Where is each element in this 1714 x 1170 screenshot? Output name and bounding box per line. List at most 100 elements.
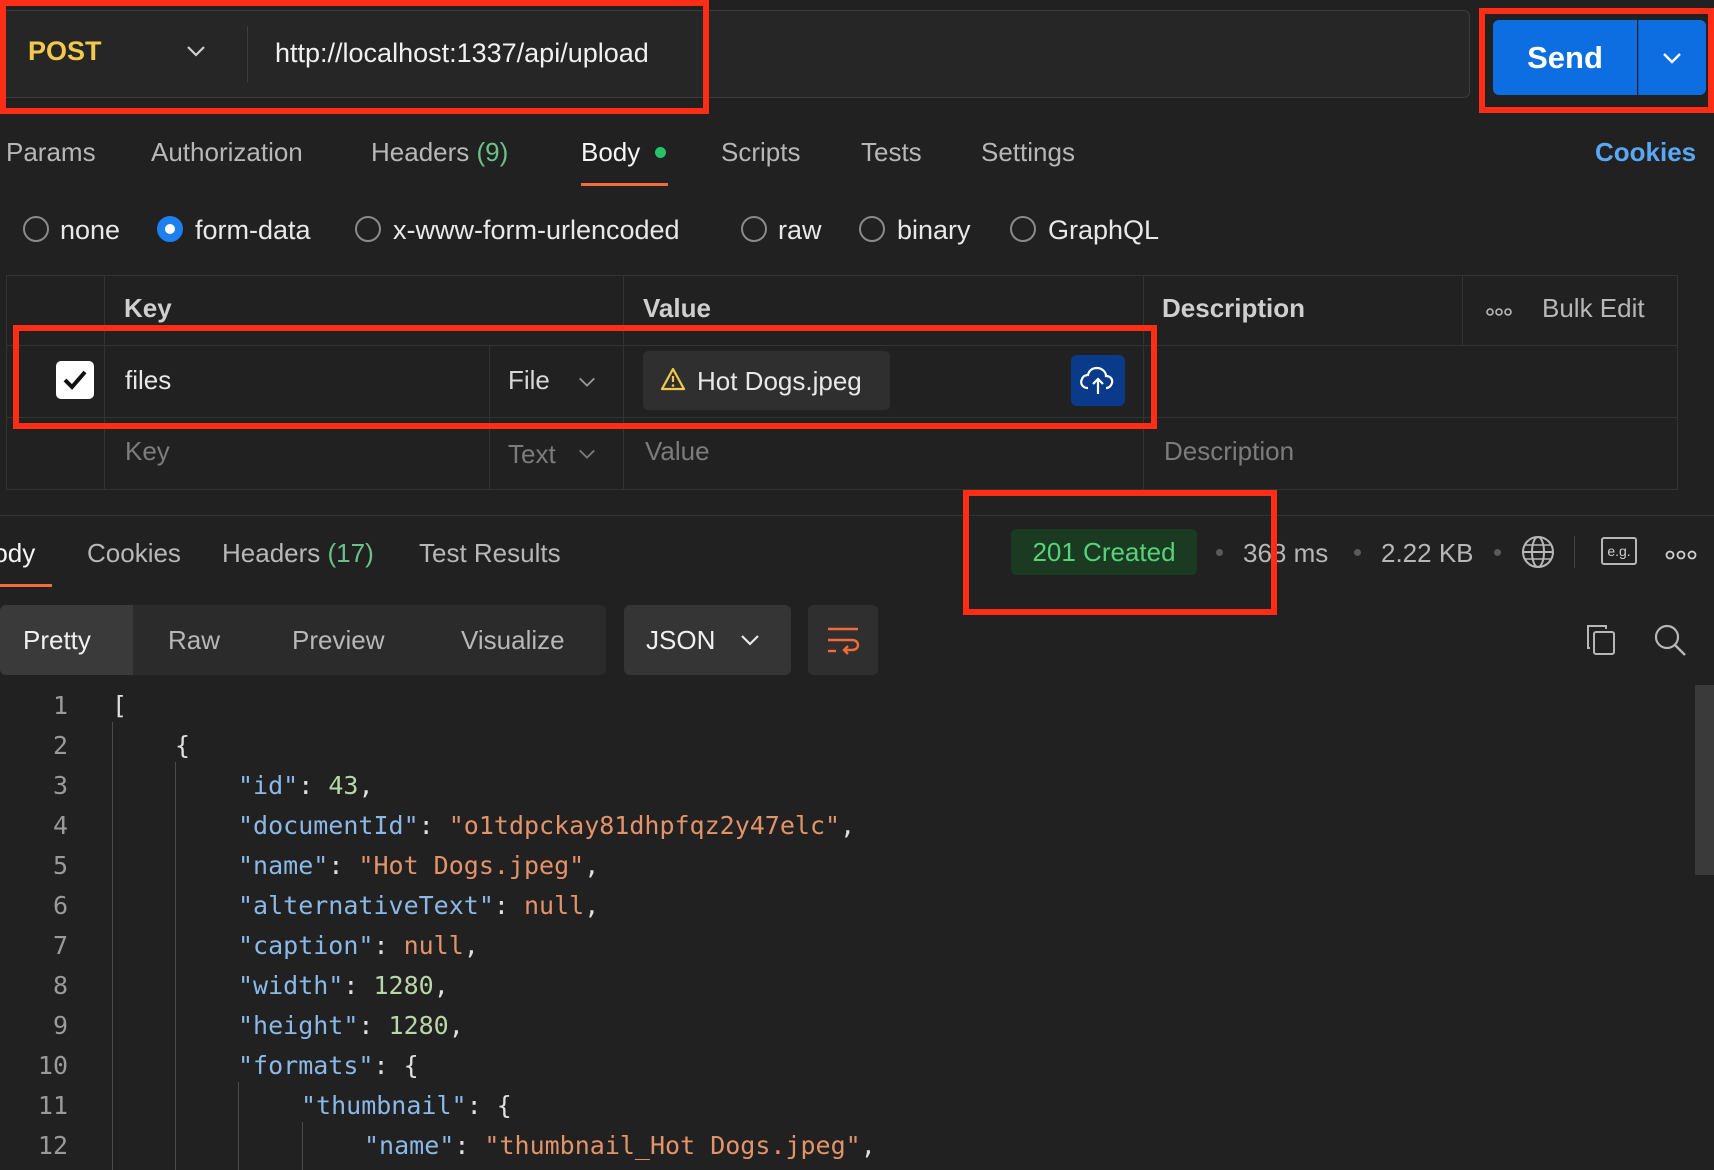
code-content: "name": "Hot Dogs.jpeg", xyxy=(238,846,599,886)
new-value-input[interactable]: Value xyxy=(645,436,710,467)
radio-form-data-label[interactable]: form-data xyxy=(195,215,311,246)
indent-guide xyxy=(112,722,113,1170)
json-bracket: { xyxy=(175,731,191,760)
table-col-divider xyxy=(1462,275,1463,345)
radio-none[interactable] xyxy=(23,216,49,242)
code-line: 7 "caption": null, xyxy=(0,926,479,966)
code-content: "thumbnail": { xyxy=(301,1086,512,1126)
view-mode-pretty[interactable]: Pretty xyxy=(23,625,91,656)
format-select-label: JSON xyxy=(646,625,716,655)
highlight-box-send xyxy=(1479,8,1714,113)
radio-form-data[interactable] xyxy=(157,216,183,242)
json-bracket: [ xyxy=(112,691,128,720)
json-value: "o1tdpckay81dhpfqz2y47elc" xyxy=(448,811,841,840)
radio-urlencoded-label[interactable]: x-www-form-urlencoded xyxy=(393,215,680,246)
tab-tests[interactable]: Tests xyxy=(861,137,922,168)
line-number: 8 xyxy=(52,971,68,1000)
json-bracket: { xyxy=(496,1091,512,1120)
highlight-box-url xyxy=(0,0,709,114)
tab-headers-count: (9) xyxy=(476,137,509,167)
code-content: "caption": null, xyxy=(238,926,479,966)
response-size[interactable]: 2.22 KB xyxy=(1381,538,1474,569)
radio-graphql-label[interactable]: GraphQL xyxy=(1048,215,1159,246)
line-number: 2 xyxy=(52,731,68,760)
tab-authorization[interactable]: Authorization xyxy=(151,137,303,168)
wrap-lines-button[interactable] xyxy=(808,605,878,675)
json-key: "id" xyxy=(238,771,299,800)
view-mode-preview[interactable]: Preview xyxy=(292,625,384,656)
search-icon[interactable] xyxy=(1652,622,1688,658)
tab-body[interactable]: Body xyxy=(581,137,640,168)
json-value: 1280 xyxy=(373,971,434,1000)
more-options-icon[interactable] xyxy=(1486,304,1512,322)
globe-icon[interactable] xyxy=(1520,534,1556,570)
view-mode-visualize[interactable]: Visualize xyxy=(461,625,565,656)
radio-urlencoded[interactable] xyxy=(355,216,381,242)
line-number: 4 xyxy=(52,811,68,840)
chevron-down-icon[interactable] xyxy=(577,444,597,464)
new-key-input[interactable]: Key xyxy=(125,436,170,467)
view-mode-raw[interactable]: Raw xyxy=(168,625,220,656)
json-punct: : xyxy=(343,971,374,1000)
json-punct: , xyxy=(584,851,600,880)
chevron-down-icon xyxy=(741,635,759,646)
response-separator xyxy=(0,515,1714,516)
radio-none-label[interactable]: none xyxy=(60,215,120,246)
line-number: 12 xyxy=(37,1131,68,1160)
scrollbar-thumb[interactable] xyxy=(1695,685,1714,875)
json-key: "name" xyxy=(364,1131,455,1160)
separator-dot xyxy=(1494,549,1501,556)
response-tab-body[interactable]: Body xyxy=(0,538,35,569)
json-key: "thumbnail" xyxy=(301,1091,467,1120)
line-number: 5 xyxy=(52,851,68,880)
copy-icon[interactable] xyxy=(1584,622,1618,658)
indent-guide xyxy=(175,762,176,1170)
radio-binary[interactable] xyxy=(859,216,885,242)
highlight-box-form-row xyxy=(13,325,1157,429)
radio-graphql[interactable] xyxy=(1010,216,1036,242)
json-punct: , xyxy=(584,891,600,920)
column-header-key: Key xyxy=(124,293,172,323)
code-line: 11 "thumbnail": { xyxy=(0,1086,512,1126)
json-value: null xyxy=(403,931,464,960)
tab-headers[interactable]: Headers (9) xyxy=(371,137,508,168)
format-select[interactable]: JSON xyxy=(624,605,791,675)
response-tab-headers-label: Headers xyxy=(222,538,321,568)
tab-scripts[interactable]: Scripts xyxy=(721,137,800,168)
line-number: 10 xyxy=(37,1051,68,1080)
radio-raw-label[interactable]: raw xyxy=(778,215,822,246)
bulk-edit-link[interactable]: Bulk Edit xyxy=(1542,293,1645,324)
json-key: "alternativeText" xyxy=(238,891,494,920)
radio-raw[interactable] xyxy=(741,216,767,242)
tab-headers-label: Headers xyxy=(371,137,470,167)
code-content: "width": 1280, xyxy=(238,966,449,1006)
more-options-icon[interactable] xyxy=(1665,547,1697,565)
json-punct: : xyxy=(358,1011,389,1040)
response-tab-test-results[interactable]: Test Results xyxy=(419,538,561,569)
code-content: [ xyxy=(112,686,127,726)
code-content: { xyxy=(175,726,190,766)
code-line: 9 "height": 1280, xyxy=(0,1006,464,1046)
tab-settings[interactable]: Settings xyxy=(981,137,1075,168)
cookies-link[interactable]: Cookies xyxy=(1595,137,1696,168)
code-content: "alternativeText": null, xyxy=(238,886,599,926)
line-number: 6 xyxy=(52,891,68,920)
response-tab-headers[interactable]: Headers (17) xyxy=(222,538,374,569)
new-type-select[interactable]: Text xyxy=(508,439,556,470)
save-example-button[interactable]: e.g. xyxy=(1601,537,1637,565)
json-key: "width" xyxy=(238,971,344,1000)
column-header-value: Value xyxy=(643,293,711,323)
line-number: 1 xyxy=(52,691,68,720)
json-punct: , xyxy=(860,1131,876,1160)
code-line: 5 "name": "Hot Dogs.jpeg", xyxy=(0,846,599,886)
new-description-input[interactable]: Description xyxy=(1164,436,1294,467)
tab-params[interactable]: Params xyxy=(6,137,96,168)
line-number: 3 xyxy=(52,771,68,800)
code-line: 12 "name": "thumbnail_Hot Dogs.jpeg", xyxy=(0,1126,876,1166)
radio-binary-label[interactable]: binary xyxy=(897,215,971,246)
json-value: "thumbnail_Hot Dogs.jpeg" xyxy=(484,1131,861,1160)
json-punct: , xyxy=(358,771,374,800)
response-tab-cookies[interactable]: Cookies xyxy=(87,538,181,569)
json-bracket: { xyxy=(403,1051,419,1080)
active-tab-underline xyxy=(581,183,668,186)
